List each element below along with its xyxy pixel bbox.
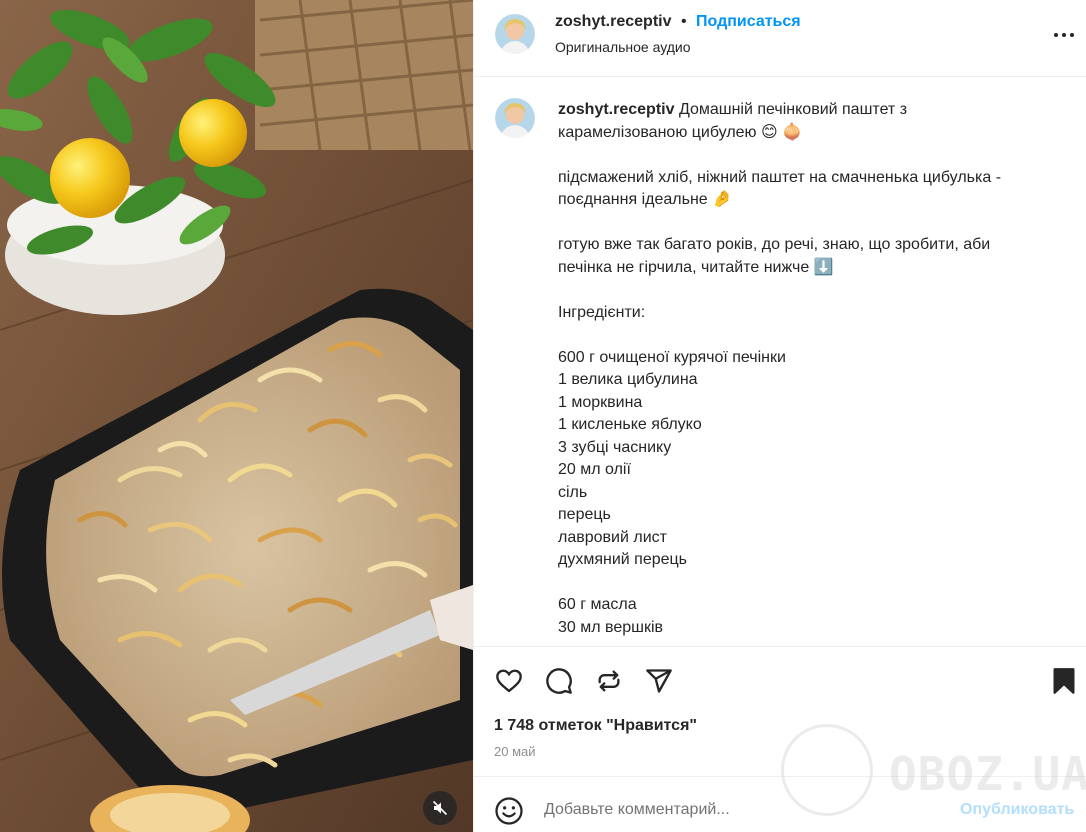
mute-toggle-button[interactable] (423, 791, 457, 825)
comment-button[interactable] (543, 665, 575, 697)
post-panel: zoshyt.receptiv • Подписаться Оригинальн… (473, 0, 1086, 832)
muted-speaker-icon (432, 800, 448, 816)
post-date[interactable]: 20 май (494, 744, 536, 759)
caption-line: підсмажений хліб, ніжний паштет на смачн… (558, 168, 1002, 186)
caption-line: 3 зубці часнику (558, 438, 672, 456)
avatar-image (495, 98, 535, 138)
save-button[interactable] (1048, 665, 1080, 697)
comment-bar: Опубликовать (474, 776, 1086, 832)
caption-avatar[interactable] (495, 98, 535, 138)
caption-line: готую вже так багато років, до речі, зна… (558, 236, 991, 253)
like-heart-icon (496, 669, 522, 693)
caption-line: 600 г очищеної курячої печінки (558, 348, 786, 366)
caption-text: zoshyt.receptiv Домашній печінковий пашт… (558, 99, 1068, 639)
pate-photo (0, 0, 473, 832)
caption-line: печінка не гірчила, читайте нижче ⬇️ (558, 258, 834, 276)
caption-line: поєднання ідеальне 🤌 (558, 191, 733, 208)
caption-line (558, 212, 1068, 235)
caption-line (558, 144, 1068, 167)
caption-line: 20 мл олії (558, 461, 631, 478)
emoji-icon[interactable] (494, 796, 524, 826)
caption-line: 1 велика цибулина (558, 371, 698, 388)
author-avatar[interactable] (495, 14, 535, 54)
publish-button[interactable]: Опубликовать (960, 801, 1074, 819)
like-button[interactable] (493, 665, 525, 697)
post-header: zoshyt.receptiv • Подписаться Оригинальн… (474, 0, 1086, 77)
repost-button[interactable] (593, 665, 625, 697)
caption-line: 30 мл вершків (558, 618, 664, 636)
more-options-icon[interactable] (1052, 30, 1076, 40)
caption-line: духмяний перець (558, 551, 688, 568)
caption-line (558, 572, 1068, 595)
caption-line-text: Домашній печінковий паштет з (678, 101, 908, 118)
caption-line: 1 морквина (558, 393, 643, 411)
comment-icon (546, 668, 572, 694)
header-username[interactable]: zoshyt.receptiv (555, 13, 671, 31)
post-media[interactable] (0, 0, 473, 832)
caption-line: карамелізованою цибулею 😊 🧅 (558, 123, 803, 141)
caption-line: 1 кисленьке яблуко (558, 416, 702, 433)
audio-link[interactable]: Оригинальное аудио (555, 39, 691, 55)
caption-line: 60 г масла (558, 596, 637, 613)
likes-count[interactable]: 1 748 отметок "Нравится" (494, 717, 697, 735)
caption-line: перець (558, 506, 611, 523)
follow-button[interactable]: Подписаться (696, 13, 801, 31)
comment-input[interactable] (544, 795, 934, 825)
save-bookmark-icon (1053, 668, 1075, 694)
caption-line: Інгредієнти: (558, 303, 646, 321)
caption-line: сіль (558, 483, 588, 501)
caption-line (558, 324, 1068, 347)
caption-line (558, 279, 1068, 302)
caption-area: zoshyt.receptiv Домашній печінковий пашт… (474, 78, 1086, 646)
caption-line: лавровий лист (558, 528, 667, 546)
action-bar: 1 748 отметок "Нравится" 20 май (474, 646, 1086, 776)
repost-icon (598, 670, 620, 692)
avatar-image (495, 14, 535, 54)
header-separator: • (681, 13, 687, 30)
caption-username[interactable]: zoshyt.receptiv (558, 101, 674, 118)
share-icon (646, 669, 672, 693)
share-button[interactable] (643, 665, 675, 697)
caption-line: zoshyt.receptiv Домашній печінковий пашт… (558, 99, 1068, 122)
